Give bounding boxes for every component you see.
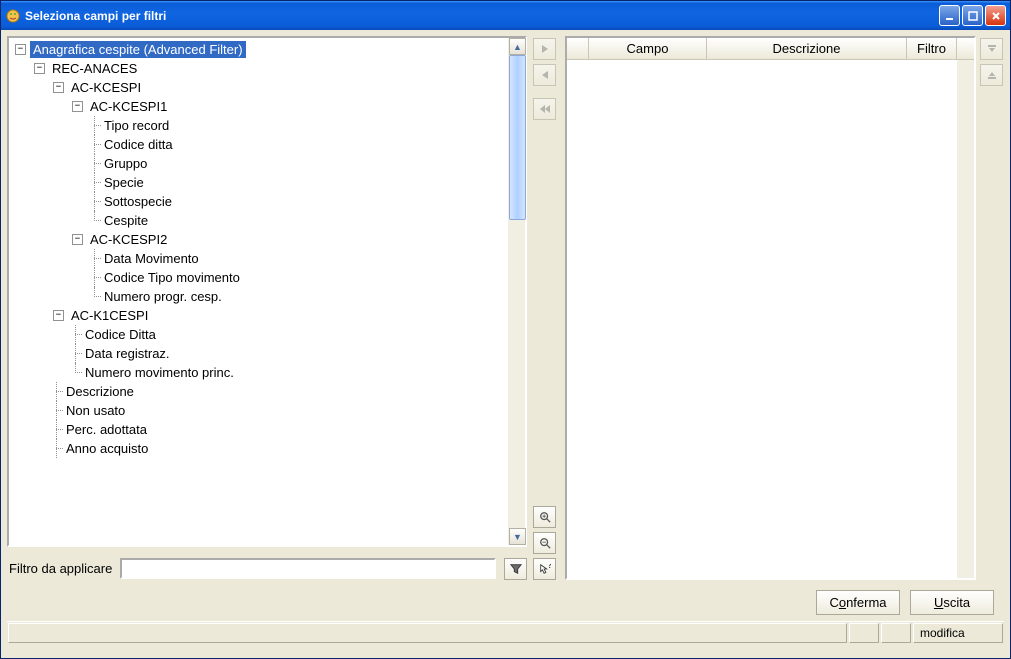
tree-node-root[interactable]: Anagrafica cespite (Advanced Filter) xyxy=(30,41,246,58)
tree-node[interactable]: REC-ANACES xyxy=(49,60,140,77)
remove-all-button[interactable] xyxy=(533,98,556,120)
tree-leaf[interactable]: Codice ditta xyxy=(101,136,176,153)
expand-toggle[interactable]: − xyxy=(53,310,64,321)
tree-leaf[interactable]: Sottospecie xyxy=(101,193,175,210)
grid-header-filtro[interactable]: Filtro xyxy=(907,38,957,59)
tree-leaf[interactable]: Perc. adottata xyxy=(63,421,150,438)
scroll-thumb[interactable] xyxy=(509,55,526,220)
grid-scroll-header xyxy=(957,38,974,59)
move-up-button[interactable] xyxy=(980,38,1003,60)
status-segment xyxy=(849,623,879,643)
tree-leaf[interactable]: Anno acquisto xyxy=(63,440,151,457)
window-title: Seleziona campi per filtri xyxy=(25,9,939,23)
tree-leaf[interactable]: Gruppo xyxy=(101,155,150,172)
tree-leaf[interactable]: Non usato xyxy=(63,402,128,419)
grid-body xyxy=(567,60,974,578)
tree-leaf[interactable]: Numero movimento princ. xyxy=(82,364,237,381)
tree-leaf[interactable]: Data registraz. xyxy=(82,345,173,362)
grid-header-campo[interactable]: Campo xyxy=(589,38,707,59)
tree-leaf[interactable]: Data Movimento xyxy=(101,250,202,267)
svg-text:?: ? xyxy=(546,563,550,571)
expand-toggle[interactable]: − xyxy=(15,44,26,55)
statusbar: modifica xyxy=(7,621,1004,644)
expand-toggle[interactable]: − xyxy=(34,63,45,74)
move-down-button[interactable] xyxy=(980,64,1003,86)
window: Seleziona campi per filtri −Anagrafica c… xyxy=(0,0,1011,659)
tree-leaf[interactable]: Numero progr. cesp. xyxy=(101,288,225,305)
tree-scrollbar[interactable]: ▲ ▼ xyxy=(508,38,525,545)
apply-filter-button[interactable] xyxy=(504,558,527,580)
tree-node[interactable]: AC-KCESPI2 xyxy=(87,231,170,248)
scroll-up-button[interactable]: ▲ xyxy=(509,38,526,55)
expand-toggle[interactable]: − xyxy=(72,101,83,112)
selected-fields-grid[interactable]: Campo Descrizione Filtro xyxy=(565,36,976,580)
status-segment xyxy=(8,623,847,643)
status-mode: modifica xyxy=(913,623,1003,643)
tree-leaf[interactable]: Tipo record xyxy=(101,117,172,134)
tree-leaf[interactable]: Specie xyxy=(101,174,147,191)
help-cursor-button[interactable]: ? xyxy=(533,558,556,580)
add-field-button[interactable] xyxy=(533,38,556,60)
remove-field-button[interactable] xyxy=(533,64,556,86)
tree-leaf[interactable]: Codice Ditta xyxy=(82,326,159,343)
grid-scrollbar[interactable] xyxy=(957,60,974,578)
tree-node[interactable]: AC-KCESPI1 xyxy=(87,98,170,115)
field-tree[interactable]: −Anagrafica cespite (Advanced Filter) −R… xyxy=(7,36,527,547)
grid-corner xyxy=(567,38,589,59)
filter-label: Filtro da applicare xyxy=(7,561,112,576)
tree-leaf[interactable]: Cespite xyxy=(101,212,151,229)
maximize-button[interactable] xyxy=(962,5,983,26)
zoom-in-button[interactable] xyxy=(533,506,556,528)
expand-toggle[interactable]: − xyxy=(53,82,64,93)
filter-input[interactable] xyxy=(120,558,496,579)
minimize-button[interactable] xyxy=(939,5,960,26)
confirm-button[interactable]: Conferma xyxy=(816,590,900,615)
scroll-down-button[interactable]: ▼ xyxy=(509,528,526,545)
tree-leaf[interactable]: Codice Tipo movimento xyxy=(101,269,243,286)
tree-node[interactable]: AC-K1CESPI xyxy=(68,307,151,324)
close-button[interactable] xyxy=(985,5,1006,26)
tree-leaf[interactable]: Descrizione xyxy=(63,383,137,400)
titlebar: Seleziona campi per filtri xyxy=(1,1,1010,30)
expand-toggle[interactable]: − xyxy=(72,234,83,245)
grid-header-descrizione[interactable]: Descrizione xyxy=(707,38,907,59)
client-area: −Anagrafica cespite (Advanced Filter) −R… xyxy=(1,30,1010,658)
tree-node[interactable]: AC-KCESPI xyxy=(68,79,144,96)
app-icon xyxy=(5,8,21,24)
exit-button[interactable]: Uscita xyxy=(910,590,994,615)
zoom-out-button[interactable] xyxy=(533,532,556,554)
status-segment xyxy=(881,623,911,643)
